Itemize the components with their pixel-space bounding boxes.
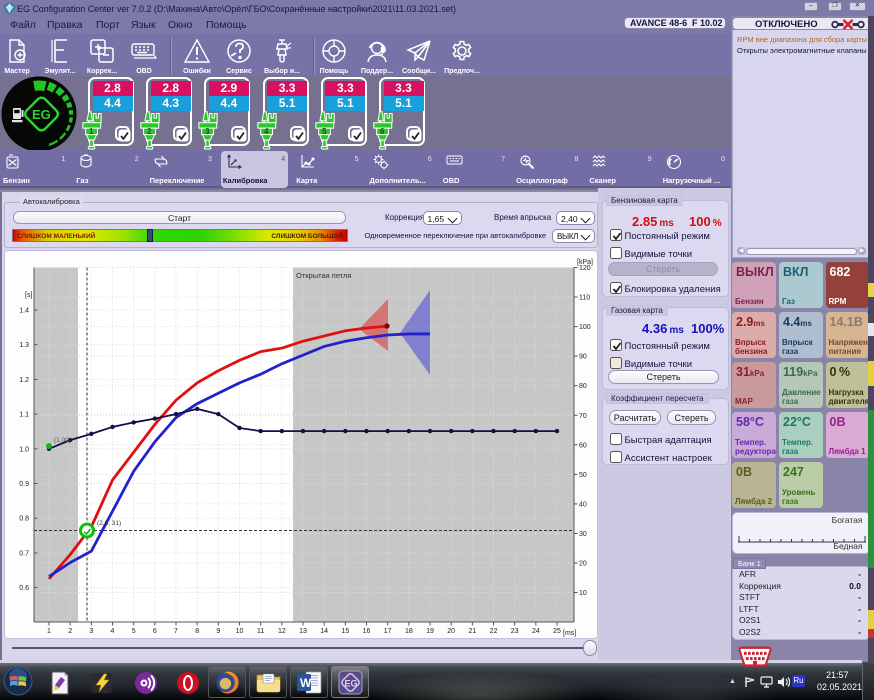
svg-text:18: 18: [405, 628, 413, 635]
svg-text:30: 30: [579, 531, 587, 538]
svg-text:5: 5: [132, 628, 136, 635]
svg-text:17: 17: [384, 628, 392, 635]
svg-text:120: 120: [579, 265, 591, 272]
svg-text:[s]: [s]: [25, 292, 32, 299]
svg-text:4: 4: [111, 628, 115, 635]
svg-text:4: 4: [264, 127, 269, 136]
svg-text:22: 22: [490, 628, 498, 635]
svg-text:25: 25: [553, 628, 561, 635]
svg-text:0.9: 0.9: [19, 481, 29, 488]
svg-text:9: 9: [216, 628, 220, 635]
svg-text:60: 60: [579, 442, 587, 449]
svg-text:14: 14: [320, 628, 328, 635]
svg-text:W: W: [300, 676, 312, 690]
svg-text:10: 10: [579, 590, 587, 597]
svg-text:10: 10: [236, 628, 244, 635]
svg-text:100: 100: [579, 324, 591, 331]
svg-text:1.4: 1.4: [19, 308, 29, 315]
svg-text:0.8: 0.8: [19, 516, 29, 523]
svg-text:Открытая петля: Открытая петля: [296, 271, 351, 280]
svg-text:80: 80: [579, 383, 587, 390]
svg-text:7: 7: [174, 628, 178, 635]
svg-text:(2.8, 31): (2.8, 31): [97, 520, 121, 527]
svg-text:20: 20: [579, 561, 587, 568]
svg-text:12: 12: [278, 628, 286, 635]
svg-text:90: 90: [579, 354, 587, 361]
svg-text:2: 2: [147, 127, 152, 136]
svg-text:1.0: 1.0: [19, 446, 29, 453]
svg-text:2: 2: [68, 628, 72, 635]
svg-text:15: 15: [341, 628, 349, 635]
svg-text:21: 21: [468, 628, 476, 635]
svg-text:16: 16: [363, 628, 371, 635]
svg-text:(1.00): (1.00): [54, 437, 71, 444]
svg-text:1.1: 1.1: [19, 412, 29, 419]
svg-text:11: 11: [257, 628, 264, 635]
svg-text:19: 19: [426, 628, 434, 635]
svg-text:0.7: 0.7: [19, 550, 29, 557]
svg-text:6: 6: [380, 127, 385, 136]
svg-text:24: 24: [532, 628, 540, 635]
svg-text:6: 6: [153, 628, 157, 635]
svg-text:20: 20: [447, 628, 455, 635]
svg-text:13: 13: [299, 628, 307, 635]
svg-text:1.3: 1.3: [19, 342, 29, 349]
svg-text:[ms]: [ms]: [563, 630, 576, 637]
svg-text:8: 8: [195, 628, 199, 635]
svg-text:0.6: 0.6: [19, 585, 29, 592]
svg-text:40: 40: [579, 501, 587, 508]
svg-text:50: 50: [579, 472, 587, 479]
svg-text:1: 1: [47, 628, 51, 635]
svg-text:23: 23: [511, 628, 519, 635]
svg-text:EG: EG: [32, 107, 51, 122]
svg-text:3: 3: [89, 628, 93, 635]
svg-text:110: 110: [579, 295, 590, 302]
svg-text:3: 3: [205, 127, 210, 136]
svg-text:1: 1: [89, 127, 94, 136]
svg-text:[kPa]: [kPa]: [577, 259, 593, 266]
svg-text:5: 5: [322, 127, 327, 136]
svg-text:70: 70: [579, 413, 587, 420]
svg-text:1.2: 1.2: [19, 377, 29, 384]
svg-text:EG: EG: [345, 679, 358, 689]
